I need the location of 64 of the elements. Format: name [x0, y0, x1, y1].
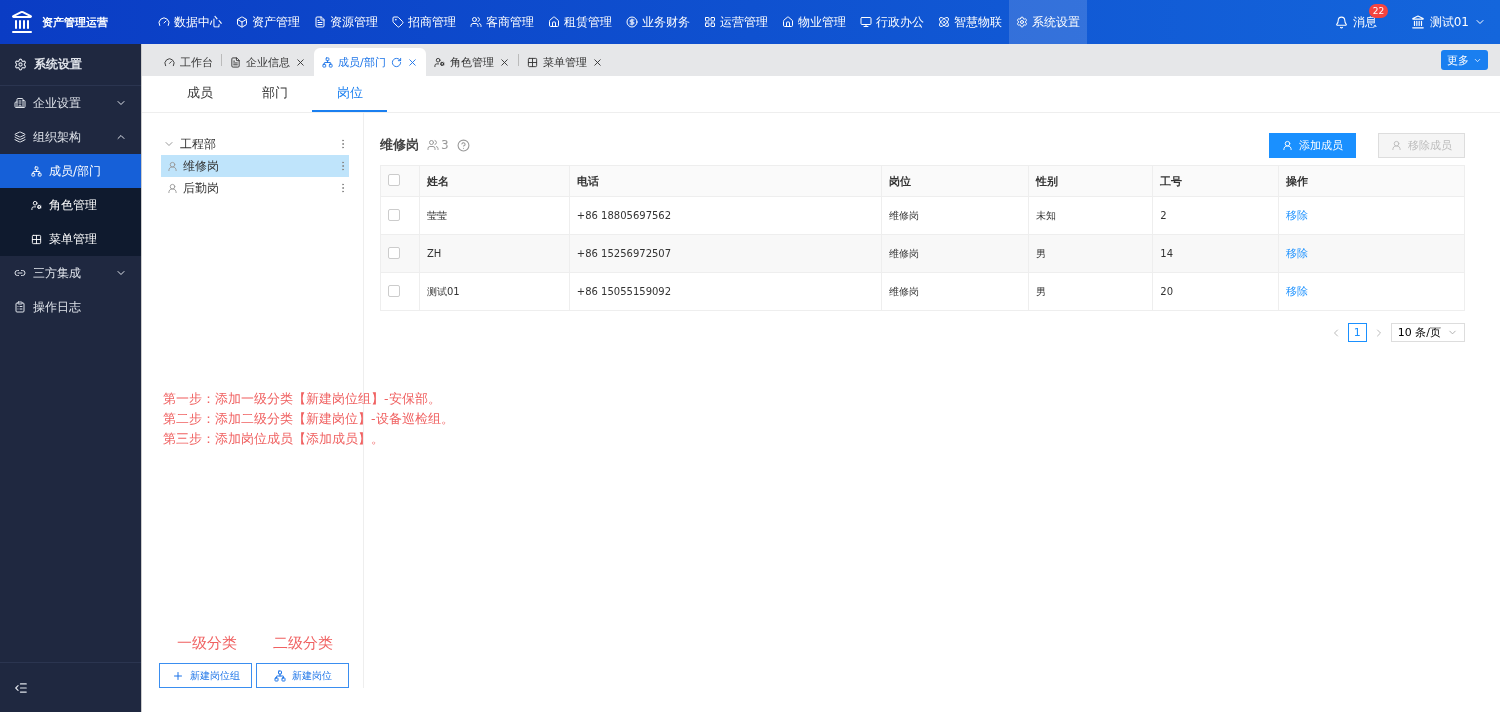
create-button[interactable]: 新建岗位组 — [159, 663, 252, 688]
create-button[interactable]: 新建岗位 — [256, 663, 349, 688]
nav-item[interactable]: 运营管理 — [697, 0, 775, 44]
page-tab[interactable]: 工作台 — [156, 48, 221, 76]
sub-tab[interactable]: 成员 — [162, 76, 237, 112]
page-tab[interactable]: 角色管理 — [425, 48, 518, 76]
table-cell: 未知 — [1028, 196, 1153, 235]
nav-item[interactable]: 客商管理 — [463, 0, 541, 44]
user-menu[interactable]: 测试01 — [1410, 13, 1486, 31]
more-button[interactable]: 更多 — [1441, 50, 1488, 70]
tree-node[interactable]: 维修岗 — [161, 155, 349, 177]
table-cell: 2 — [1152, 196, 1279, 235]
position-title: 维修岗 — [380, 136, 419, 154]
app-title: 资产管理运营 — [42, 14, 108, 30]
sidebar-item[interactable]: 操作日志 — [0, 290, 141, 324]
page-tab[interactable]: 企业信息 — [222, 48, 314, 76]
sidebar-item[interactable]: 组织架构 — [0, 120, 141, 154]
sub-tab[interactable]: 岗位 — [312, 76, 387, 112]
member-count: 3 — [427, 138, 449, 152]
table-cell: 14 — [1152, 234, 1279, 273]
page-tab[interactable]: 成员/部门 — [314, 48, 426, 76]
tree-node[interactable]: 工程部 — [161, 133, 349, 155]
table-cell: 男 — [1028, 234, 1153, 273]
instruction-text: 第二步：添加二级分类【新建岗位】-设备巡检组。 — [163, 410, 455, 428]
table-cell: +86 15256972507 — [569, 234, 882, 273]
column-header: 性别 — [1028, 165, 1153, 197]
sidebar-subitem[interactable]: 成员/部门 — [0, 154, 141, 188]
nav-item[interactable]: 租赁管理 — [541, 0, 619, 44]
page-tab[interactable]: 菜单管理 — [518, 48, 611, 76]
nav-item[interactable]: 资源管理 — [307, 0, 385, 44]
column-header: 工号 — [1152, 165, 1279, 197]
nav-item[interactable]: 行政办公 — [853, 0, 931, 44]
table-cell: 维修岗 — [881, 196, 1029, 235]
table-cell: ZH — [419, 234, 570, 273]
category-label: 二级分类 — [272, 634, 334, 653]
nav-item[interactable]: 物业管理 — [775, 0, 853, 44]
table-cell: 莹莹 — [419, 196, 570, 235]
table-cell: +86 15055159092 — [569, 272, 882, 311]
nav-item[interactable]: 业务财务 — [619, 0, 697, 44]
table-cell: 男 — [1028, 272, 1153, 311]
column-header: 电话 — [569, 165, 882, 197]
table-cell: 测试01 — [419, 272, 570, 311]
column-header: 操作 — [1278, 165, 1465, 197]
nav-item[interactable]: 资产管理 — [229, 0, 307, 44]
sidebar-subitem[interactable]: 角色管理 — [0, 188, 141, 222]
sidebar-item[interactable]: 三方集成 — [0, 256, 141, 290]
page-size-select[interactable]: 10 条/页 — [1390, 323, 1465, 342]
nav-item[interactable]: 系统设置 — [1009, 0, 1087, 44]
sub-tab[interactable]: 部门 — [237, 76, 312, 112]
nav-item[interactable]: 招商管理 — [385, 0, 463, 44]
table-cell: +86 18805697562 — [569, 196, 882, 235]
tree-node[interactable]: 后勤岗 — [161, 177, 349, 199]
column-header: 姓名 — [419, 165, 570, 197]
column-header: 岗位 — [881, 165, 1029, 197]
instruction-text: 第三步：添加岗位成员【添加成员】。 — [163, 430, 385, 448]
instruction-text: 第一步：添加一级分类【新建岗位组】-安保部。 — [163, 390, 442, 408]
sidebar-item[interactable]: 企业设置 — [0, 86, 141, 120]
category-label: 一级分类 — [176, 634, 238, 653]
nav-item[interactable]: 智慧物联 — [931, 0, 1009, 44]
table-cell: 维修岗 — [881, 272, 1029, 311]
sidebar-subitem[interactable]: 菜单管理 — [0, 222, 141, 256]
table-cell: 维修岗 — [881, 234, 1029, 273]
nav-item[interactable]: 数据中心 — [151, 0, 229, 44]
table-cell: 20 — [1152, 272, 1279, 311]
